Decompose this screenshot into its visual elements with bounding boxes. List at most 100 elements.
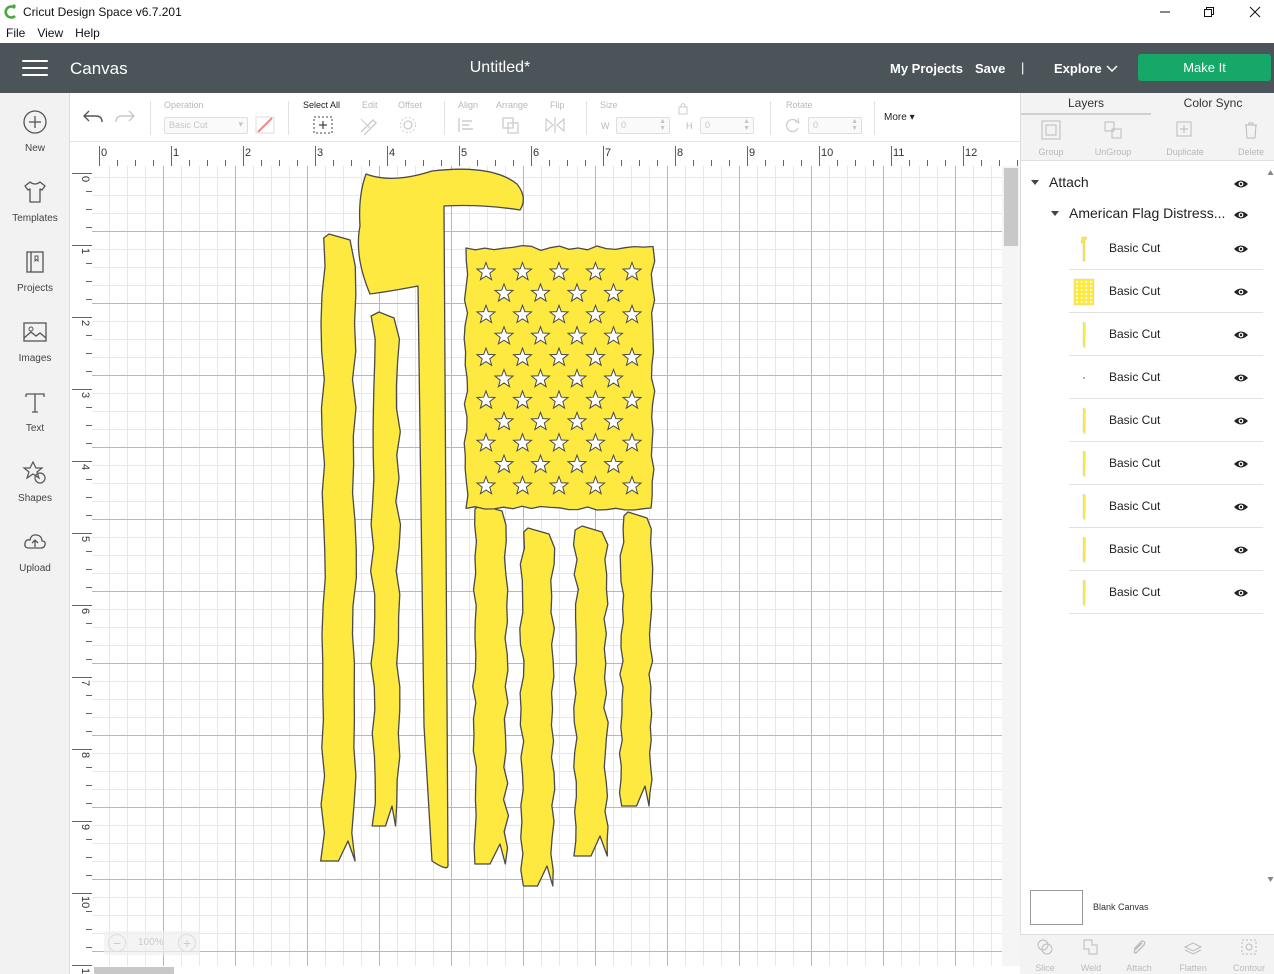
sidebar-item-images[interactable]: Images — [0, 319, 70, 379]
pen-color-icon[interactable] — [254, 115, 276, 135]
rotate-input[interactable]: 0 ▲ ▼ — [808, 117, 862, 134]
layer-item[interactable]: Basic Cut — [1069, 270, 1263, 313]
sidebar-item-new[interactable]: New — [0, 109, 70, 169]
menu-file[interactable]: File — [0, 24, 31, 43]
duplicate-button[interactable]: Duplicate — [1155, 119, 1215, 157]
document-title[interactable]: Untitled* — [440, 59, 560, 77]
eye-icon[interactable] — [1233, 587, 1249, 599]
eye-icon[interactable] — [1233, 329, 1249, 341]
layer-thumbnail — [1082, 450, 1086, 478]
layer-item-label: Basic Cut — [1109, 499, 1161, 513]
contour-icon — [1241, 939, 1257, 955]
flag-canton[interactable] — [463, 244, 656, 511]
layer-item[interactable]: Basic Cut — [1069, 571, 1263, 614]
flag-stripe[interactable] — [618, 511, 654, 807]
layer-item[interactable]: Basic Cut — [1069, 399, 1263, 442]
hamburger-menu-icon[interactable] — [22, 60, 48, 78]
minimize-button[interactable] — [1142, 0, 1188, 24]
rotate-value: 0 — [813, 120, 819, 130]
arrange-icon[interactable] — [500, 115, 522, 135]
operation-label: Operation — [164, 100, 204, 110]
offset-icon[interactable] — [398, 115, 420, 135]
eye-icon[interactable] — [1233, 501, 1249, 513]
expand-caret-icon[interactable] — [1031, 180, 1039, 185]
zoom-out-button[interactable]: − — [108, 934, 126, 952]
eye-icon[interactable] — [1233, 544, 1249, 556]
layer-item-label: Basic Cut — [1109, 542, 1161, 556]
align-icon[interactable] — [456, 115, 478, 135]
ruler-label: 7 — [79, 680, 91, 686]
explore-menu[interactable]: Explore — [1054, 61, 1102, 76]
sidebar-item-shapes[interactable]: Shapes — [0, 459, 70, 519]
menu-view[interactable]: View — [31, 24, 69, 43]
layer-item[interactable]: Basic Cut — [1069, 485, 1263, 528]
layer-group-attach[interactable]: Attach — [1021, 170, 1274, 196]
close-icon — [1249, 6, 1261, 18]
layer-item-label: Basic Cut — [1109, 456, 1161, 470]
width-label: W — [601, 121, 610, 131]
stepper-icon: ▲ ▼ — [743, 118, 750, 132]
ungroup-button[interactable]: UnGroup — [1083, 119, 1143, 157]
expand-caret-icon[interactable] — [1051, 211, 1059, 216]
eye-icon[interactable] — [1233, 243, 1249, 255]
flatten-button[interactable]: Flatten — [1168, 937, 1218, 973]
width-input[interactable]: 0 ▲ ▼ — [616, 117, 670, 134]
layer-item[interactable]: Basic Cut — [1069, 442, 1263, 485]
rotate-icon[interactable] — [782, 115, 804, 135]
ruler-label: 3 — [79, 392, 91, 398]
sidebar-item-upload[interactable]: Upload — [0, 529, 70, 589]
panel-scrollbar[interactable] — [1267, 170, 1274, 882]
attach-button[interactable]: Attach — [1114, 937, 1164, 973]
flip-icon[interactable] — [544, 115, 566, 135]
eye-icon[interactable] — [1233, 415, 1249, 427]
make-it-button[interactable]: Make It — [1138, 54, 1271, 81]
american-flag-axe-design[interactable] — [92, 166, 1002, 966]
save-button[interactable]: Save — [975, 61, 1005, 76]
close-window-button[interactable] — [1232, 0, 1274, 24]
flag-stripe[interactable] — [472, 504, 510, 865]
operation-select[interactable]: Basic Cut ▾ — [164, 117, 248, 134]
horizontal-scroll-thumb[interactable] — [94, 967, 174, 974]
flag-stripe[interactable] — [320, 233, 357, 862]
flag-stripe[interactable] — [369, 311, 402, 827]
layer-item[interactable]: Basic Cut — [1069, 313, 1263, 356]
vertical-scrollbar[interactable] — [1002, 166, 1020, 966]
zoom-in-button[interactable]: + — [178, 934, 196, 952]
flag-stripe[interactable] — [572, 525, 609, 857]
vertical-scroll-thumb[interactable] — [1004, 168, 1018, 246]
chevron-down-icon[interactable] — [1106, 65, 1118, 73]
height-input[interactable]: 0 ▲ ▼ — [700, 117, 754, 134]
layer-item[interactable]: Basic Cut — [1069, 227, 1263, 270]
tab-layers[interactable]: Layers — [1021, 96, 1151, 110]
edit-icon[interactable] — [358, 115, 380, 135]
restore-button[interactable] — [1186, 0, 1232, 24]
weld-button[interactable]: Weld — [1066, 937, 1116, 973]
layer-subgroup-flag[interactable]: American Flag Distress... — [1021, 201, 1274, 227]
eye-icon[interactable] — [1233, 209, 1249, 221]
eye-icon[interactable] — [1233, 286, 1249, 298]
select-all-icon[interactable] — [312, 115, 334, 135]
sidebar-item-text[interactable]: Text — [0, 389, 70, 449]
flip-label: Flip — [550, 100, 565, 110]
more-menu[interactable]: More ▾ — [884, 112, 915, 123]
sidebar-item-templates[interactable]: Templates — [0, 179, 70, 239]
lock-icon[interactable] — [676, 101, 690, 115]
contour-button[interactable]: Contour — [1224, 937, 1274, 973]
eye-icon[interactable] — [1233, 178, 1249, 190]
group-button[interactable]: Group — [1021, 119, 1081, 157]
blank-canvas-swatch[interactable] — [1030, 890, 1083, 925]
redo-icon[interactable] — [114, 107, 136, 127]
sidebar-item-projects[interactable]: Projects — [0, 249, 70, 309]
my-projects-link[interactable]: My Projects — [890, 61, 963, 76]
layer-item[interactable]: Basic Cut — [1069, 528, 1263, 571]
duplicate-icon — [1176, 121, 1192, 137]
layer-item[interactable]: Basic Cut — [1069, 356, 1263, 399]
slice-button[interactable]: Slice — [1020, 937, 1070, 973]
menu-help[interactable]: Help — [69, 24, 106, 43]
tab-color-sync[interactable]: Color Sync — [1151, 96, 1274, 110]
delete-button[interactable]: Delete — [1221, 119, 1274, 157]
eye-icon[interactable] — [1233, 458, 1249, 470]
eye-icon[interactable] — [1233, 372, 1249, 384]
flag-stripe[interactable] — [519, 527, 556, 887]
undo-icon[interactable] — [82, 107, 104, 127]
